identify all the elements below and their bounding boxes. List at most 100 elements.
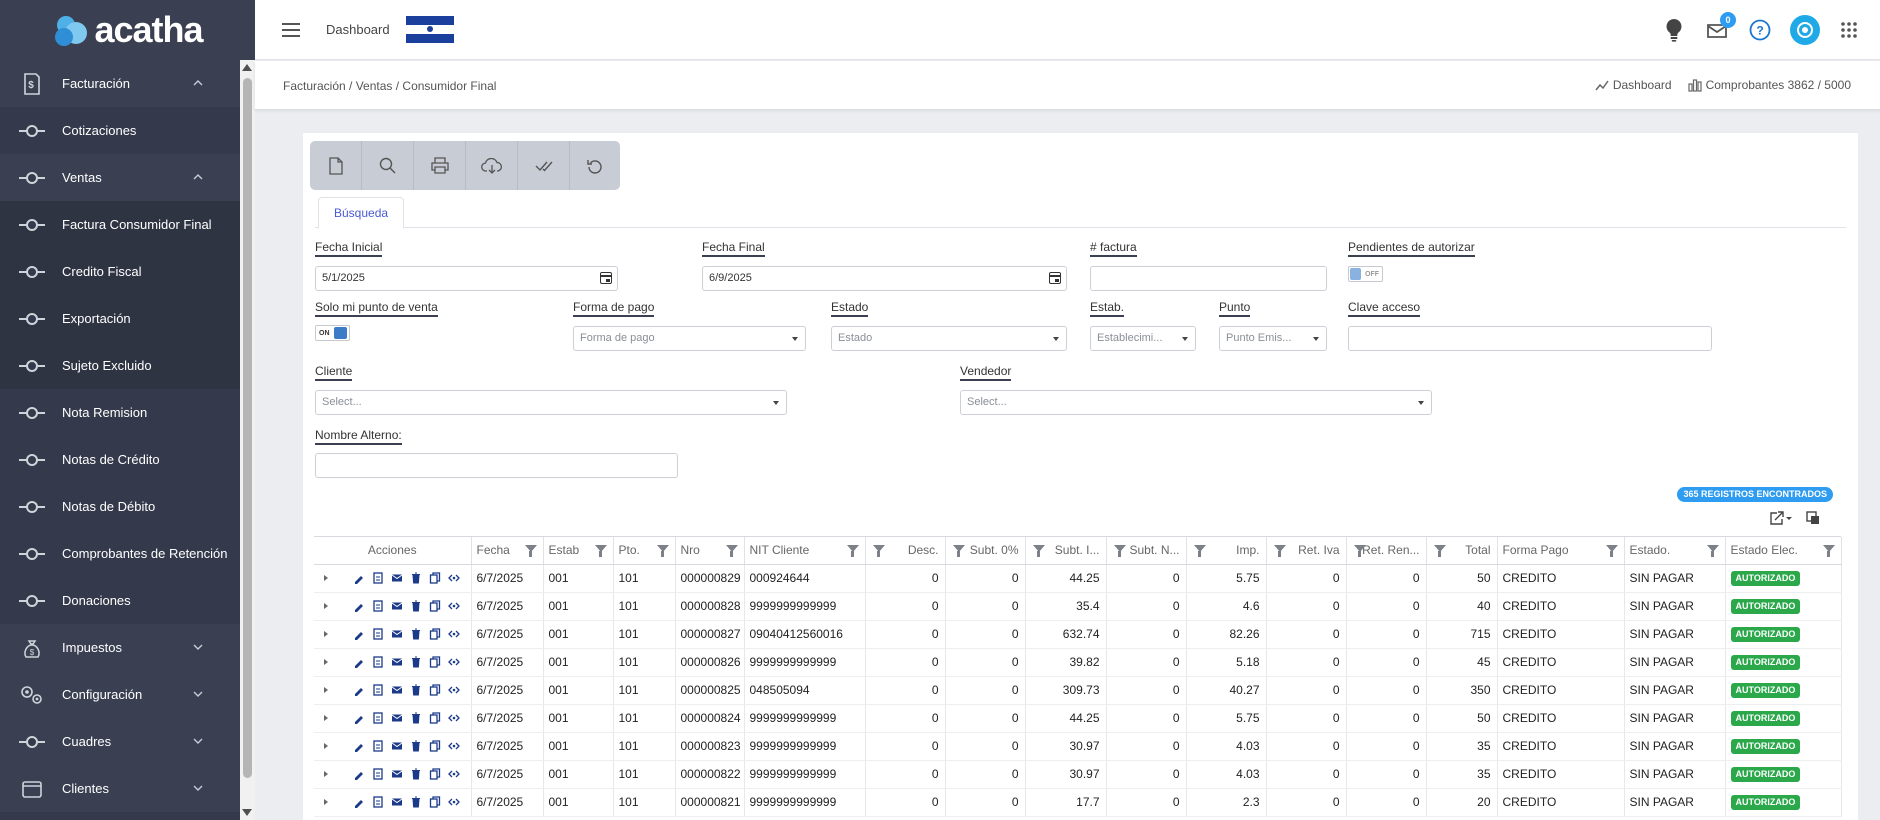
column-header[interactable]: Total [1426,537,1498,565]
expand-row-icon[interactable] [324,743,328,749]
hamburger-menu-icon[interactable] [282,22,300,37]
copy-icon[interactable] [429,796,441,808]
column-header[interactable]: Acciones [314,537,472,565]
code-view-icon[interactable] [448,712,460,724]
filter-icon[interactable] [1433,545,1446,557]
filter-icon[interactable] [594,545,607,557]
filter-icon[interactable] [1273,545,1286,557]
document-view-icon[interactable] [372,572,384,584]
sidebar-item-impuestos[interactable]: $ Impuestos [0,624,240,671]
edit-icon[interactable] [353,628,365,640]
code-view-icon[interactable] [448,600,460,612]
email-icon[interactable] [391,684,403,696]
code-view-icon[interactable] [448,796,460,808]
column-header[interactable]: Forma Pago [1497,537,1625,565]
document-view-icon[interactable] [372,628,384,640]
copy-icon[interactable] [429,712,441,724]
search-button[interactable] [362,141,414,190]
table-row[interactable]: 6/7/2025 001 101 000000829 000924644 0 0 44.25 0… [314,564,1842,593]
filter-icon[interactable] [1605,545,1618,557]
filter-icon[interactable] [1822,545,1835,557]
column-header[interactable]: Subt. N... [1106,537,1187,565]
help-icon[interactable]: ? [1747,17,1773,43]
edit-icon[interactable] [353,684,365,696]
delete-icon[interactable] [410,796,422,808]
code-view-icon[interactable] [448,656,460,668]
table-row[interactable]: 6/7/2025 001 101 000000825 048505094 0 0 309.73… [314,676,1842,705]
delete-icon[interactable] [410,628,422,640]
column-header[interactable]: Estado Elec. [1725,537,1842,565]
column-header[interactable]: Desc. [865,537,946,565]
scroll-thumb[interactable] [243,78,252,778]
expand-row-icon[interactable] [324,715,328,721]
fecha-final-input[interactable]: 6/9/2025 [702,266,1067,291]
nombre-alterno-input[interactable] [315,453,678,478]
solo-punto-toggle[interactable]: ON [315,325,350,341]
code-view-icon[interactable] [448,740,460,752]
filter-icon[interactable] [1113,545,1126,557]
el-salvador-flag-icon[interactable] [405,15,454,44]
lightbulb-icon[interactable] [1661,17,1687,43]
document-view-icon[interactable] [372,600,384,612]
document-view-icon[interactable] [372,796,384,808]
email-icon[interactable] [391,796,403,808]
table-row[interactable]: 6/7/2025 001 101 000000828 9999999999999 0 0 35… [314,592,1842,621]
filter-icon[interactable] [1353,545,1366,557]
comprobantes-counter[interactable]: Comprobantes 3862 / 5000 [1706,78,1851,92]
expand-row-icon[interactable] [324,575,328,581]
edit-icon[interactable] [353,712,365,724]
column-header[interactable]: Fecha [471,537,544,565]
topbar-dashboard-link[interactable]: Dashboard [326,22,390,37]
code-view-icon[interactable] [448,628,460,640]
column-header[interactable]: Imp. [1186,537,1267,565]
copy-icon[interactable] [429,684,441,696]
column-header[interactable]: Pto. [613,537,676,565]
user-avatar[interactable] [1790,15,1820,45]
edit-icon[interactable] [353,796,365,808]
code-view-icon[interactable] [448,684,460,696]
edit-icon[interactable] [353,768,365,780]
copy-icon[interactable] [429,600,441,612]
column-header[interactable]: Ret. Ren... [1346,537,1427,565]
email-icon[interactable] [391,712,403,724]
copy-icon[interactable] [429,740,441,752]
delete-icon[interactable] [410,768,422,780]
column-header[interactable]: Nro [675,537,745,565]
column-header[interactable]: NIT Cliente [744,537,866,565]
edit-icon[interactable] [353,572,365,584]
document-view-icon[interactable] [372,768,384,780]
edit-icon[interactable] [353,740,365,752]
sidebar-item-factura-consumidor-final[interactable]: Factura Consumidor Final [0,201,240,248]
edit-icon[interactable] [353,656,365,668]
approve-button[interactable] [518,141,570,190]
vendedor-select[interactable]: Select... [960,390,1432,415]
table-row[interactable]: 6/7/2025 001 101 000000824 9999999999999 0 0 44… [314,704,1842,733]
refresh-button[interactable] [570,141,620,190]
estado-select[interactable]: Estado [831,326,1067,351]
calendar-icon[interactable] [600,272,612,284]
sidebar-item-notas-de-credito[interactable]: Notas de Crédito [0,436,240,483]
sidebar-item-cuadres[interactable]: Cuadres [0,718,240,765]
sidebar-item-facturacion[interactable]: $ Facturación [0,60,240,107]
sidebar-item-comprobantes-de-retencion[interactable]: Comprobantes de Retención [0,530,240,577]
punto-select[interactable]: Punto Emis... [1219,326,1327,351]
delete-icon[interactable] [410,712,422,724]
filter-icon[interactable] [725,545,738,557]
mail-icon[interactable]: 0 [1704,12,1736,43]
forma-pago-select[interactable]: Forma de pago [573,326,806,351]
sidebar-item-cotizaciones[interactable]: Cotizaciones [0,107,240,154]
estab-select[interactable]: Establecimi... [1090,326,1196,351]
sidebar-item-nota-remision[interactable]: Nota Remision [0,389,240,436]
table-row[interactable]: 6/7/2025 001 101 000000826 9999999999999 0 0 39… [314,648,1842,677]
apps-grid-icon[interactable] [1836,17,1862,43]
table-row[interactable]: 6/7/2025 001 101 000000823 9999999999999 0 0 30… [314,732,1842,761]
scroll-up-arrow-icon[interactable] [242,64,252,71]
email-icon[interactable] [391,600,403,612]
scroll-down-arrow-icon[interactable] [242,809,252,816]
download-button[interactable] [466,141,518,190]
factura-input[interactable] [1090,266,1327,291]
filter-icon[interactable] [1032,545,1045,557]
column-header[interactable]: Subt. 0% [945,537,1026,565]
expand-row-icon[interactable] [324,799,328,805]
sidebar-item-notas-de-debito[interactable]: Notas de Débito [0,483,240,530]
